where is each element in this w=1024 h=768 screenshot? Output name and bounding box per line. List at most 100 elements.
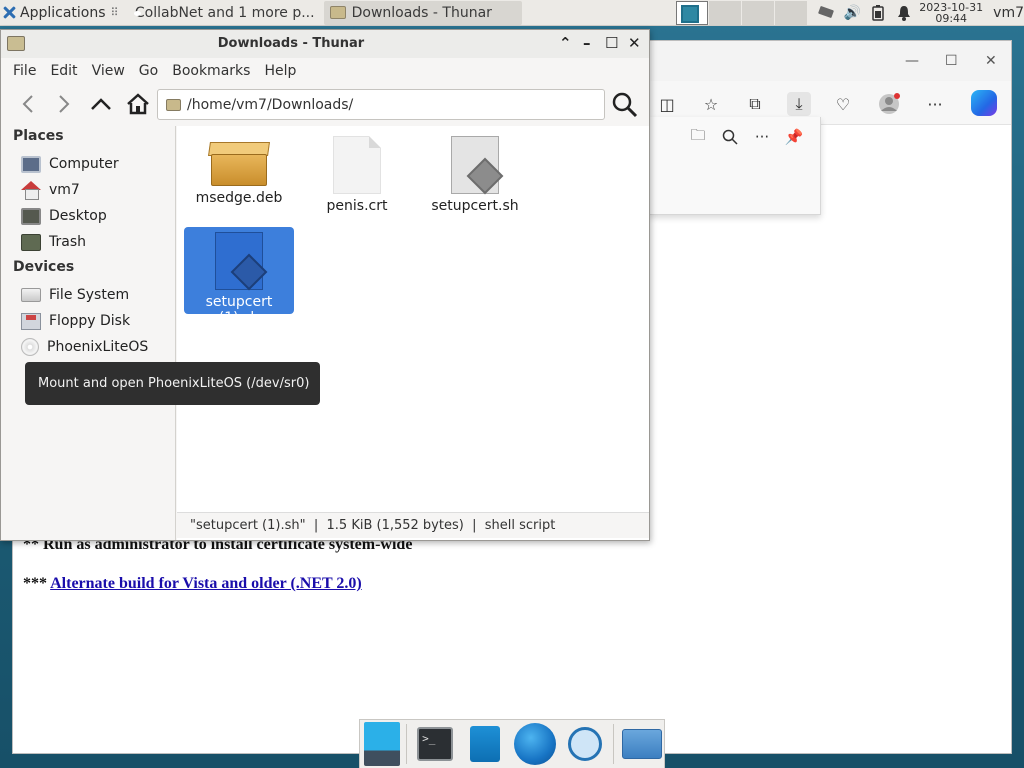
workspace-3[interactable] — [742, 0, 775, 25]
mount-tooltip: Mount and open PhoenixLiteOS (/dev/sr0) — [25, 362, 320, 405]
search-icon — [612, 92, 638, 118]
file-item[interactable]: msedge.deb — [184, 132, 294, 222]
workspace-2[interactable] — [709, 0, 742, 25]
sidebar-item-label: PhoenixLiteOS — [47, 339, 149, 355]
menu-go[interactable]: Go — [132, 63, 165, 79]
top-panel: Applications ⠿ CollabNet and 1 more p...… — [0, 0, 1024, 26]
file-manager-icon — [470, 726, 501, 762]
profile-avatar-icon[interactable] — [877, 92, 901, 116]
browser-essentials-icon[interactable]: ♡ — [831, 92, 855, 116]
magnifier-icon — [568, 727, 603, 761]
battery-icon[interactable] — [869, 4, 887, 22]
downloads-flyout: 🗀 ··· 📌 — [649, 117, 821, 215]
thunar-titlebar[interactable]: Downloads - Thunar ⌃ – ☐ ✕ — [1, 30, 649, 58]
home-button[interactable] — [125, 91, 151, 117]
file-name: penis.crt — [326, 198, 388, 214]
sidebar: Places Computer vm7 Desktop Trash Device… — [1, 126, 176, 540]
computer-icon — [21, 155, 41, 173]
maximize-button[interactable]: ☐ — [945, 53, 958, 69]
sidebar-item-home[interactable]: vm7 — [21, 179, 80, 201]
minimize-button[interactable]: – — [583, 34, 591, 52]
more-options-icon[interactable]: ··· — [923, 92, 947, 116]
taskbar-item-label: Downloads - Thunar — [351, 4, 492, 21]
notification-bell-icon[interactable] — [895, 4, 913, 22]
copilot-icon[interactable] — [971, 90, 997, 116]
menu-help[interactable]: Help — [257, 63, 303, 79]
dock-separator — [406, 724, 408, 764]
page-text-prefix: *** — [23, 575, 51, 592]
location-path: /home/vm7/Downloads/ — [187, 96, 354, 113]
sidebar-item-desktop[interactable]: Desktop — [21, 205, 107, 227]
taskbar-item-browser[interactable]: CollabNet and 1 more p... — [123, 1, 321, 25]
downloads-icon[interactable]: ⤓ — [787, 92, 811, 116]
open-folder-icon[interactable]: 🗀 — [688, 126, 708, 147]
applications-menu[interactable]: Applications ⠿ — [0, 0, 123, 26]
sidebar-item-phoenixliteos[interactable]: PhoenixLiteOS — [21, 336, 148, 358]
clock[interactable]: 2023-10-31 09:44 — [919, 2, 983, 24]
separator-handle: ⠿ — [110, 6, 119, 19]
maximize-button[interactable]: ☐ — [605, 34, 618, 52]
menu-edit[interactable]: Edit — [43, 63, 84, 79]
file-item-selected[interactable]: setupcert (1).sh — [184, 227, 294, 326]
terminal-icon: >_ — [417, 727, 454, 761]
pin-icon[interactable]: 📌 — [784, 127, 804, 147]
script-icon — [451, 136, 504, 195]
split-screen-icon[interactable]: ◫ — [655, 92, 679, 116]
xfce-logo-icon — [3, 6, 16, 19]
taskbar-item-thunar[interactable]: Downloads - Thunar — [323, 0, 522, 25]
devices-heading: Devices — [13, 259, 75, 275]
workspace-1[interactable] — [676, 0, 709, 25]
web-browser-launcher[interactable] — [513, 722, 557, 766]
desktop-icon — [21, 207, 41, 225]
network-icon[interactable] — [817, 4, 835, 22]
volume-icon[interactable]: 🔊 — [843, 4, 861, 22]
more-options-icon[interactable]: ··· — [752, 127, 772, 147]
shade-button[interactable]: ⌃ — [559, 34, 572, 52]
collections-icon[interactable]: ⧉ — [743, 92, 767, 116]
back-button[interactable] — [15, 91, 41, 117]
alternate-build-link[interactable]: Alternate build for Vista and older (.NE… — [50, 575, 362, 592]
user-menu[interactable]: vm7 — [993, 5, 1024, 21]
file-view: msedge.deb penis.crt setupcert.sh setupc… — [177, 126, 649, 540]
workspace-4[interactable] — [775, 0, 808, 25]
home-icon — [21, 181, 41, 200]
sidebar-item-floppy-disk[interactable]: Floppy Disk — [21, 310, 130, 332]
document-icon — [333, 136, 381, 194]
sidebar-item-label: vm7 — [49, 182, 80, 198]
sidebar-item-file-system[interactable]: File System — [21, 284, 129, 306]
window-title: Downloads - Thunar — [217, 36, 365, 51]
tooltip-text: Mount and open PhoenixLiteOS (/dev/sr0) — [38, 376, 310, 391]
trash-icon — [21, 233, 41, 251]
file-manager-launcher[interactable] — [463, 722, 507, 766]
dock: >_ — [359, 719, 665, 768]
menu-bookmarks[interactable]: Bookmarks — [165, 63, 257, 79]
close-button[interactable]: ✕ — [628, 34, 641, 52]
disc-icon — [21, 338, 39, 356]
location-bar[interactable]: /home/vm7/Downloads/ — [157, 89, 605, 120]
terminal-launcher[interactable]: >_ — [413, 722, 457, 766]
file-item[interactable]: setupcert.sh — [420, 136, 530, 222]
sidebar-item-trash[interactable]: Trash — [21, 231, 86, 253]
search-button[interactable] — [611, 91, 639, 119]
menu-file[interactable]: File — [6, 63, 43, 79]
app-finder-launcher[interactable] — [563, 722, 607, 766]
package-icon — [208, 140, 270, 186]
taskbar-item-label: CollabNet and 1 more p... — [134, 4, 315, 21]
sidebar-item-computer[interactable]: Computer — [21, 153, 119, 175]
show-desktop-icon[interactable] — [364, 722, 401, 766]
parent-folder-button[interactable] — [88, 91, 114, 117]
favorites-icon[interactable]: ☆ — [699, 92, 723, 116]
file-name: setupcert (1).sh — [205, 294, 273, 326]
drive-icon — [21, 288, 41, 302]
thunar-toolbar: /home/vm7/Downloads/ — [1, 83, 649, 126]
script-icon — [215, 232, 268, 291]
forward-button[interactable] — [51, 91, 77, 117]
sidebar-item-label: File System — [49, 287, 130, 303]
minimize-button[interactable]: — — [905, 53, 919, 69]
sidebar-item-label: Floppy Disk — [49, 313, 131, 329]
menu-view[interactable]: View — [85, 63, 132, 79]
search-icon[interactable] — [720, 127, 740, 147]
close-button[interactable]: ✕ — [985, 53, 997, 69]
home-folder-launcher[interactable] — [620, 722, 664, 766]
file-item[interactable]: penis.crt — [302, 136, 412, 222]
